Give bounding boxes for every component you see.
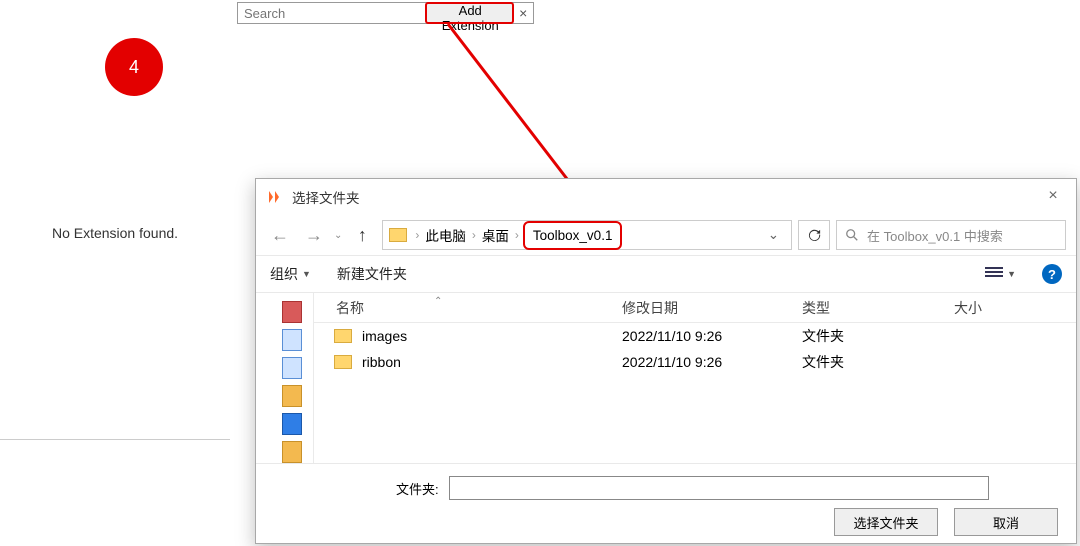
- breadcrumb-root-icon: [389, 228, 407, 242]
- close-panel-button[interactable]: ×: [513, 3, 533, 23]
- column-header-date[interactable]: 修改日期: [622, 298, 802, 318]
- new-folder-button[interactable]: 新建文件夹: [337, 264, 407, 284]
- dialog-body: › 名称 ⌃ 修改日期 类型 大小 images 2022/11/10 9:26…: [256, 293, 1076, 463]
- chevron-right-icon: ›: [415, 228, 419, 242]
- sort-ascending-icon: ⌃: [434, 296, 442, 307]
- folder-icon: [334, 355, 352, 369]
- dialog-search-box[interactable]: 在 Toolbox_v0.1 中搜索: [836, 220, 1066, 250]
- tree-item-icon[interactable]: [282, 413, 302, 435]
- file-list-header: 名称 ⌃ 修改日期 类型 大小: [314, 293, 1076, 323]
- view-menu[interactable]: ▼: [985, 267, 1016, 281]
- select-folder-button[interactable]: 选择文件夹: [834, 508, 938, 536]
- chevron-down-icon: ▼: [302, 269, 311, 279]
- breadcrumb-item-current[interactable]: Toolbox_v0.1: [525, 223, 621, 248]
- file-type: 文件夹: [802, 326, 954, 346]
- organize-menu[interactable]: 组织 ▼: [270, 264, 311, 284]
- folder-picker-dialog: 选择文件夹 × ← → ⌄ ↑ › 此电脑 › 桌面 › Toolbox_v0.…: [255, 178, 1077, 544]
- dialog-nav-row: ← → ⌄ ↑ › 此电脑 › 桌面 › Toolbox_v0.1 ⌄ 在 To…: [256, 215, 1076, 255]
- file-list: 名称 ⌃ 修改日期 类型 大小 images 2022/11/10 9:26 文…: [314, 293, 1076, 463]
- file-date: 2022/11/10 9:26: [622, 328, 802, 344]
- nav-forward-button[interactable]: →: [300, 221, 328, 249]
- file-type: 文件夹: [802, 352, 954, 372]
- extension-search-row: Add Extension ×: [237, 2, 534, 24]
- dialog-title: 选择文件夹: [292, 187, 360, 207]
- breadcrumb-item[interactable]: 桌面: [482, 225, 509, 245]
- extension-search-input[interactable]: [238, 3, 426, 23]
- folder-name-input[interactable]: [449, 476, 989, 500]
- tree-item-icon[interactable]: [282, 329, 302, 351]
- annotation-step-badge: 4: [105, 38, 163, 96]
- folder-icon: [334, 329, 352, 343]
- tree-item-icon[interactable]: [282, 441, 302, 463]
- nav-back-button[interactable]: ←: [266, 221, 294, 249]
- chevron-down-icon: ▼: [1007, 269, 1016, 279]
- app-icon: [266, 189, 282, 205]
- breadcrumb-bar[interactable]: › 此电脑 › 桌面 › Toolbox_v0.1 ⌄: [382, 220, 792, 250]
- tree-item-icon[interactable]: [282, 357, 302, 379]
- dialog-search-placeholder: 在 Toolbox_v0.1 中搜索: [867, 226, 1003, 245]
- refresh-icon: [807, 228, 822, 243]
- column-header-name[interactable]: 名称 ⌃: [314, 298, 622, 318]
- help-button[interactable]: ?: [1042, 264, 1062, 284]
- dialog-toolbar: 组织 ▼ 新建文件夹 ▼ ?: [256, 255, 1076, 293]
- tree-item-icon[interactable]: [282, 385, 302, 407]
- column-header-size[interactable]: 大小: [954, 298, 1076, 318]
- file-name: ribbon: [362, 354, 401, 370]
- cancel-button[interactable]: 取消: [954, 508, 1058, 536]
- dialog-titlebar: 选择文件夹 ×: [256, 179, 1076, 215]
- file-row[interactable]: ribbon 2022/11/10 9:26 文件夹: [314, 349, 1076, 375]
- dialog-close-button[interactable]: ×: [1030, 179, 1076, 213]
- file-row[interactable]: images 2022/11/10 9:26 文件夹: [314, 323, 1076, 349]
- add-extension-button[interactable]: Add Extension: [426, 3, 513, 23]
- folder-field-label: 文件夹:: [396, 479, 439, 498]
- nav-dropdown-chevron[interactable]: ⌄: [334, 230, 342, 241]
- nav-up-button[interactable]: ↑: [348, 221, 376, 249]
- folder-tree[interactable]: ›: [256, 293, 314, 463]
- chevron-right-icon: ›: [515, 228, 519, 242]
- view-list-icon: [985, 267, 1003, 281]
- no-extension-label: No Extension found.: [0, 225, 230, 241]
- search-icon: [845, 228, 859, 242]
- tree-item-icon[interactable]: [282, 301, 302, 323]
- dialog-footer: 文件夹: 选择文件夹 取消: [256, 463, 1076, 543]
- column-header-type[interactable]: 类型: [802, 298, 954, 318]
- refresh-button[interactable]: [798, 220, 830, 250]
- breadcrumb-item[interactable]: 此电脑: [425, 225, 466, 245]
- file-name: images: [362, 328, 407, 344]
- file-date: 2022/11/10 9:26: [622, 354, 802, 370]
- organize-label: 组织: [270, 264, 298, 284]
- chevron-right-icon: ›: [472, 228, 476, 242]
- breadcrumb-dropdown-chevron[interactable]: ⌄: [768, 227, 787, 243]
